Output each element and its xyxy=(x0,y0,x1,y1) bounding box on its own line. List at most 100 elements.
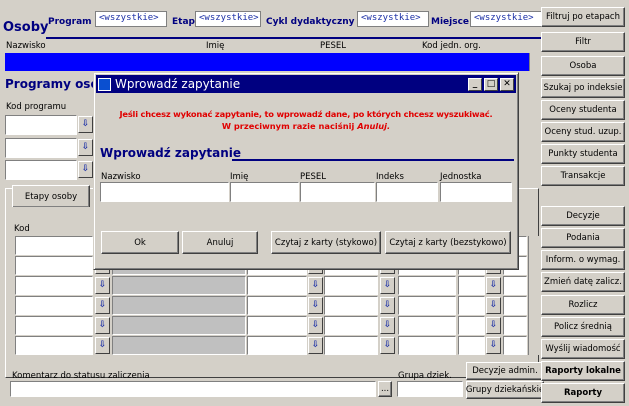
cycle-combo[interactable]: <wszystkie> xyxy=(357,11,429,27)
side-button-8[interactable]: Transakcje xyxy=(541,166,625,186)
comment-field[interactable] xyxy=(10,381,376,397)
dropdown-button[interactable]: ⇩ xyxy=(380,277,395,294)
close-icon[interactable]: ✕ xyxy=(500,77,514,91)
dropdown-icon[interactable]: ⇩ xyxy=(384,321,392,330)
dropdown-icon[interactable]: ⇩ xyxy=(312,321,320,330)
program-code-field[interactable] xyxy=(5,138,77,158)
cancel-button[interactable]: Anuluj xyxy=(182,231,258,254)
stage-combo[interactable]: <wszystkie> xyxy=(195,11,261,27)
dialog-index-input[interactable] xyxy=(376,182,438,202)
side-button-17[interactable]: Raporty xyxy=(541,383,625,403)
program-code-field[interactable] xyxy=(5,115,77,135)
stage-cell[interactable] xyxy=(15,296,93,315)
dropdown-button[interactable]: ⇩ xyxy=(380,337,395,354)
dropdown-icon[interactable]: ⇩ xyxy=(82,120,90,129)
dropdown-button[interactable]: ⇩ xyxy=(308,337,323,354)
tab-stages[interactable]: Etapy osoby xyxy=(12,185,90,207)
stage-cell[interactable] xyxy=(324,316,378,335)
stage-cell[interactable] xyxy=(458,316,485,335)
stage-cell[interactable] xyxy=(15,316,93,335)
dropdown-icon[interactable]: ⇩ xyxy=(312,281,320,290)
side-button-4[interactable]: Szukaj po indeksie xyxy=(541,78,625,98)
stage-cell[interactable] xyxy=(503,336,527,355)
stage-cell[interactable] xyxy=(112,336,246,355)
side-button-14[interactable]: Policz średnią xyxy=(541,317,625,337)
stage-cell[interactable] xyxy=(503,276,527,295)
stage-cell[interactable] xyxy=(324,276,378,295)
dialog-pesel-input[interactable] xyxy=(300,182,375,202)
maximize-icon[interactable]: □ xyxy=(484,77,498,91)
dropdown-icon[interactable]: ⇩ xyxy=(490,341,498,350)
dropdown-button[interactable]: ⇩ xyxy=(486,337,501,354)
stage-cell[interactable] xyxy=(15,336,93,355)
side-button-11[interactable]: Inform. o wymag. xyxy=(541,250,625,270)
dropdown-icon[interactable]: ⇩ xyxy=(490,301,498,310)
stage-cell[interactable] xyxy=(503,296,527,315)
selected-person-row[interactable] xyxy=(5,53,529,71)
dialog-name-input[interactable] xyxy=(230,182,299,202)
stage-cell[interactable] xyxy=(398,316,456,335)
stage-cell[interactable] xyxy=(324,336,378,355)
stage-cell[interactable] xyxy=(112,276,246,295)
dropdown-icon[interactable]: ⇩ xyxy=(82,165,90,174)
side-button-13[interactable]: Rozlicz xyxy=(541,295,625,315)
dropdown-icon[interactable]: ⇩ xyxy=(490,281,498,290)
dropdown-icon[interactable]: ⇩ xyxy=(99,341,107,350)
dropdown-button[interactable]: ⇩ xyxy=(308,277,323,294)
admin-decisions-button[interactable]: Decyzje admin. xyxy=(466,362,544,380)
dropdown-icon[interactable]: ⇩ xyxy=(82,143,90,152)
place-combo[interactable]: <wszystkie> xyxy=(470,11,542,27)
minimize-icon[interactable]: _ xyxy=(468,77,482,91)
side-button-15[interactable]: Wyślij wiadomość xyxy=(541,339,625,359)
dropdown-button[interactable]: ⇩ xyxy=(486,277,501,294)
stage-cell[interactable] xyxy=(458,276,485,295)
stage-cell[interactable] xyxy=(15,276,93,295)
dropdown-button[interactable]: ⇩ xyxy=(95,317,110,334)
dropdown-icon[interactable]: ⇩ xyxy=(99,321,107,330)
side-button-7[interactable]: Punkty studenta xyxy=(541,144,625,164)
dropdown-icon[interactable]: ⇩ xyxy=(384,281,392,290)
side-button-9[interactable]: Decyzje xyxy=(541,206,625,226)
persons-scrollbar[interactable] xyxy=(529,53,539,71)
stage-cell[interactable] xyxy=(458,296,485,315)
dropdown-button[interactable]: ⇩ xyxy=(486,297,501,314)
side-button-3[interactable]: Osoba xyxy=(541,56,625,76)
stage-cell[interactable] xyxy=(112,296,246,315)
side-button-6[interactable]: Oceny stud. uzup. xyxy=(541,122,625,142)
dropdown-button[interactable]: ⇩ xyxy=(308,297,323,314)
stage-cell[interactable] xyxy=(398,296,456,315)
dropdown-icon[interactable]: ⇩ xyxy=(384,301,392,310)
stage-cell[interactable] xyxy=(503,316,527,335)
side-button-16[interactable]: Raporty lokalne xyxy=(541,361,625,381)
dropdown-icon[interactable]: ⇩ xyxy=(312,301,320,310)
stages-scrollbar[interactable] xyxy=(528,236,539,355)
stage-cell[interactable] xyxy=(324,296,378,315)
stage-cell[interactable] xyxy=(112,316,246,335)
dropdown-button[interactable]: ⇩ xyxy=(95,277,110,294)
comment-ellipsis-button[interactable]: ... xyxy=(378,381,392,397)
dropdown-icon[interactable]: ⇩ xyxy=(384,341,392,350)
stage-cell[interactable] xyxy=(247,336,307,355)
read-card-contactless-button[interactable]: Czytaj z karty (bezstykowo) xyxy=(385,231,511,254)
stage-cell[interactable] xyxy=(247,296,307,315)
side-button-1[interactable]: Filtruj po etapach xyxy=(541,7,625,27)
dropdown-icon[interactable]: ⇩ xyxy=(99,281,107,290)
stage-cell[interactable] xyxy=(15,256,93,275)
program-code-field[interactable] xyxy=(5,160,77,180)
dialog-unit-input[interactable] xyxy=(440,182,512,202)
stage-cell[interactable] xyxy=(458,336,485,355)
stage-cell[interactable] xyxy=(247,276,307,295)
side-button-5[interactable]: Oceny studenta xyxy=(541,100,625,120)
dean-groups-button[interactable]: Grupy dziekańskie xyxy=(466,381,544,399)
dropdown-button[interactable]: ⇩ xyxy=(308,317,323,334)
group-field[interactable] xyxy=(397,381,463,397)
stage-cell[interactable] xyxy=(398,336,456,355)
dropdown-button[interactable]: ⇩ xyxy=(380,297,395,314)
dialog-surname-input[interactable] xyxy=(100,182,229,202)
ok-button[interactable]: Ok xyxy=(101,231,179,254)
dropdown-icon[interactable]: ⇩ xyxy=(490,321,498,330)
dropdown-button[interactable]: ⇩ xyxy=(95,297,110,314)
dropdown-button[interactable]: ⇩ xyxy=(486,317,501,334)
side-button-2[interactable]: Filtr xyxy=(541,32,625,52)
dropdown-button[interactable]: ⇩ xyxy=(95,337,110,354)
